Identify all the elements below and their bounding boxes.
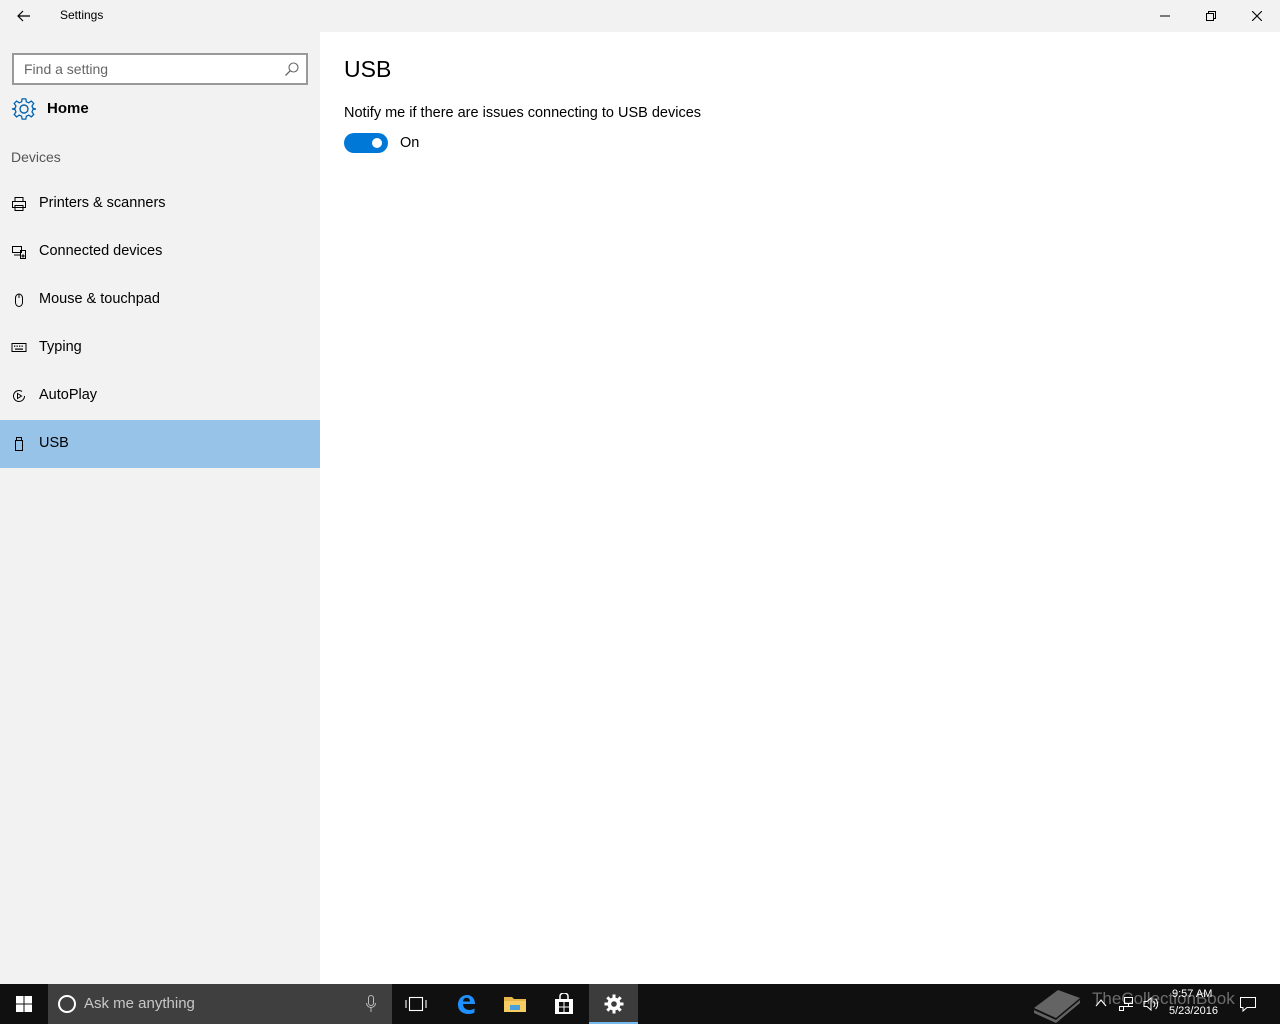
- sidebar-item-label: Connected devices: [39, 243, 163, 259]
- settings-taskbar-button[interactable]: [589, 984, 638, 1024]
- sidebar-item-label: USB: [39, 435, 69, 451]
- home-nav-item[interactable]: Home: [0, 92, 320, 126]
- title-bar: Settings: [0, 0, 1280, 32]
- printer-icon: [12, 197, 26, 211]
- search-box[interactable]: [12, 53, 308, 85]
- edge-icon: [458, 995, 475, 1014]
- sidebar: Home Devices Printers & scanners Connect…: [0, 32, 320, 984]
- sidebar-item-printers-scanners[interactable]: Printers & scanners: [0, 180, 320, 228]
- store-icon: [555, 993, 573, 1014]
- gear-icon: [604, 994, 623, 1014]
- back-button[interactable]: [0, 0, 48, 32]
- close-icon: [1252, 11, 1262, 21]
- mouse-icon: [15, 293, 23, 307]
- minimize-button[interactable]: [1142, 0, 1188, 32]
- restore-button[interactable]: [1188, 0, 1234, 32]
- back-arrow-icon: [17, 10, 30, 22]
- page-title: USB: [344, 56, 392, 82]
- book-logo-icon: [1034, 990, 1080, 1023]
- network-icon[interactable]: [1118, 996, 1136, 1012]
- gear-icon: [11, 98, 37, 120]
- close-button[interactable]: [1234, 0, 1280, 32]
- cortana-placeholder: Ask me anything: [84, 995, 195, 1012]
- sidebar-item-label: Printers & scanners: [39, 195, 166, 211]
- clock-date[interactable]: 5/23/2016: [1169, 1005, 1218, 1017]
- toggle-state-label: On: [400, 135, 420, 151]
- volume-icon[interactable]: [1142, 996, 1160, 1012]
- action-center-icon[interactable]: [1238, 994, 1258, 1014]
- sidebar-item-autoplay[interactable]: AutoPlay: [0, 372, 320, 420]
- home-label: Home: [47, 100, 89, 117]
- main-content: USB Notify me if there are issues connec…: [320, 32, 1280, 984]
- minimize-icon: [1160, 15, 1170, 17]
- windows-logo-icon: [16, 996, 32, 1012]
- keyboard-icon: [11, 343, 27, 352]
- app-title: Settings: [60, 8, 104, 22]
- taskbar: Ask me anything TheCollectionBook 9:57 A…: [0, 984, 1280, 1024]
- usb-notify-toggle[interactable]: [344, 133, 388, 153]
- autoplay-icon: [13, 390, 25, 402]
- sidebar-item-typing[interactable]: Typing: [0, 324, 320, 372]
- folder-icon: [504, 997, 526, 1012]
- store-button[interactable]: [540, 984, 588, 1024]
- restore-icon: [1206, 11, 1216, 21]
- task-view-button[interactable]: [392, 984, 440, 1024]
- sidebar-item-connected-devices[interactable]: Connected devices: [0, 228, 320, 276]
- start-button[interactable]: [0, 984, 48, 1024]
- usb-notify-setting-label: Notify me if there are issues connecting…: [344, 105, 702, 121]
- usb-icon: [15, 437, 23, 451]
- connected-devices-icon: [12, 246, 26, 259]
- file-explorer-button[interactable]: [491, 984, 539, 1024]
- clock-time[interactable]: 9:57 AM: [1172, 988, 1212, 1000]
- sidebar-item-label: Typing: [39, 339, 82, 355]
- sidebar-item-label: AutoPlay: [39, 387, 98, 403]
- task-view-icon: [405, 996, 427, 1012]
- show-hidden-icons-icon[interactable]: [1094, 996, 1108, 1010]
- sidebar-item-usb[interactable]: USB: [0, 420, 320, 468]
- sidebar-item-mouse-touchpad[interactable]: Mouse & touchpad: [0, 276, 320, 324]
- microphone-icon[interactable]: [364, 994, 378, 1014]
- search-icon[interactable]: [284, 61, 300, 77]
- edge-button[interactable]: [442, 984, 490, 1024]
- toggle-knob: [372, 138, 382, 148]
- sidebar-item-label: Mouse & touchpad: [39, 291, 160, 307]
- section-title: Devices: [11, 149, 61, 165]
- search-input[interactable]: [14, 55, 274, 83]
- cortana-search-box[interactable]: Ask me anything: [48, 984, 392, 1024]
- cortana-icon: [58, 995, 76, 1013]
